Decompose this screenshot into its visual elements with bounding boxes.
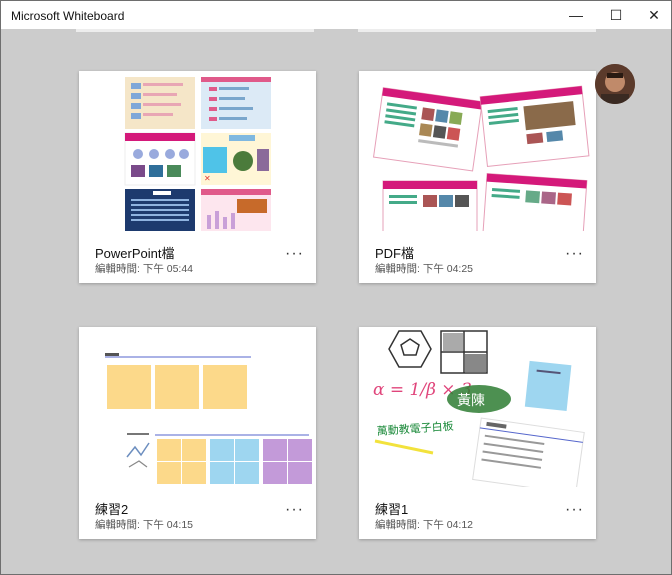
- board-card-powerpoint[interactable]: ✕ PowerPoint檔 編輯時間: 下午 05:44 ···: [79, 71, 316, 283]
- slide-3: [124, 132, 196, 186]
- board-info: PDF檔 編輯時間: 下午 04:25 ···: [359, 231, 596, 283]
- close-button[interactable]: ✕: [635, 1, 671, 29]
- pdf-page-4: [482, 173, 588, 231]
- minimize-button[interactable]: —: [557, 1, 595, 29]
- board-info: PowerPoint檔 編輯時間: 下午 05:44 ···: [79, 231, 316, 283]
- board-thumbnail: [359, 71, 596, 231]
- more-options-icon[interactable]: ···: [285, 501, 304, 519]
- maximize-button[interactable]: ☐: [597, 1, 635, 29]
- more-options-icon[interactable]: ···: [565, 501, 584, 519]
- avatar-icon: [595, 64, 635, 104]
- more-options-icon[interactable]: ···: [565, 245, 584, 263]
- minimize-icon: —: [569, 7, 583, 23]
- app-window: Microsoft Whiteboard — ☐ ✕ ✕ PowerPoint檔…: [0, 0, 672, 575]
- maximize-icon: ☐: [609, 6, 623, 23]
- slide-5: [125, 189, 195, 231]
- board-thumbnail: ✕: [79, 71, 316, 231]
- pdf-page-2: [479, 85, 590, 167]
- board-edited-time: 編輯時間: 下午 04:15: [95, 519, 194, 531]
- board-name: 練習1: [375, 502, 409, 517]
- previous-row-edge: [358, 29, 596, 32]
- avatar[interactable]: [595, 64, 635, 104]
- pdf-page-1: [372, 87, 483, 172]
- board-info: 練習2 編輯時間: 下午 04:15 ···: [79, 487, 316, 539]
- window-title: Microsoft Whiteboard: [11, 9, 125, 23]
- slide-1: [125, 77, 195, 129]
- board-card-pdf[interactable]: PDF檔 編輯時間: 下午 04:25 ···: [359, 71, 596, 283]
- slide-6: [201, 189, 271, 231]
- board-card-practice-2[interactable]: 練習2 編輯時間: 下午 04:15 ···: [79, 327, 316, 539]
- ink-name-characters: 黃陳: [457, 393, 485, 409]
- more-options-icon[interactable]: ···: [285, 245, 304, 263]
- board-name: 練習2: [95, 502, 129, 517]
- title-bar: Microsoft Whiteboard — ☐ ✕: [1, 1, 671, 29]
- close-icon: ✕: [648, 6, 660, 23]
- board-gallery: ✕ PowerPoint檔 編輯時間: 下午 05:44 ··· PDF檔 編輯…: [1, 29, 671, 574]
- slide-2: [201, 77, 271, 129]
- board-name: PDF檔: [375, 246, 415, 261]
- board-card-practice-1[interactable]: α = 1/β × 3 黃陳 萬動教電子白板 練習1 編輯時間: 下午 04:1…: [359, 327, 596, 539]
- board-info: 練習1 編輯時間: 下午 04:12 ···: [359, 487, 596, 539]
- board-edited-time: 編輯時間: 下午 04:25: [375, 263, 474, 275]
- slide-4: ✕: [201, 133, 271, 185]
- board-thumbnail: α = 1/β × 3 黃陳 萬動教電子白板: [359, 327, 596, 487]
- ink-green-handwriting: 萬動教電子白板: [376, 419, 454, 438]
- pdf-page-3: [382, 180, 478, 231]
- board-name: PowerPoint檔: [95, 246, 175, 261]
- previous-row-edge: [76, 29, 314, 32]
- board-edited-time: 編輯時間: 下午 05:44: [95, 263, 194, 275]
- svg-text:✕: ✕: [204, 174, 211, 183]
- board-thumbnail: [79, 327, 316, 487]
- board-edited-time: 編輯時間: 下午 04:12: [375, 519, 474, 531]
